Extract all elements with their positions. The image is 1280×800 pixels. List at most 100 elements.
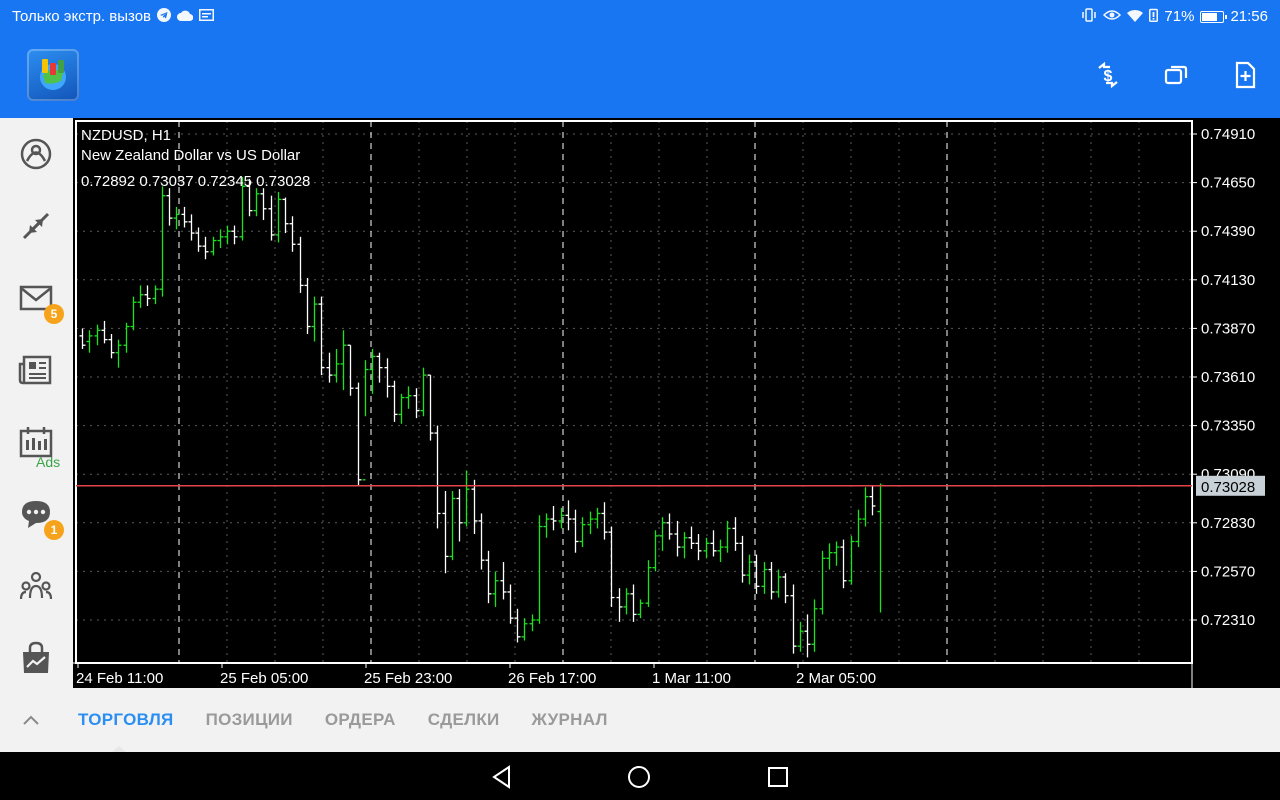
price-bar <box>601 502 608 540</box>
price-bar <box>543 513 550 538</box>
price-bar <box>659 517 666 551</box>
wifi-icon <box>1127 9 1144 25</box>
price-bar <box>181 206 188 228</box>
windows-button[interactable] <box>1156 55 1196 95</box>
price-bar <box>761 562 768 594</box>
price-bar <box>550 505 557 531</box>
chart-header: NZDUSD, H1 New Zealand Dollar vs US Doll… <box>81 126 300 166</box>
price-bar <box>166 188 173 226</box>
y-tick-label: 0.73870 <box>1201 320 1255 337</box>
price-bar <box>144 285 151 306</box>
price-bar <box>565 500 572 531</box>
price-bar <box>297 236 304 293</box>
price-chart[interactable]: 0.74910 0.74650 0.74390 0.74130 0.73870 0.736… <box>73 118 1280 688</box>
price-bar <box>369 348 376 394</box>
tab-positions[interactable]: ПОЗИЦИИ <box>190 710 309 730</box>
price-bar <box>536 515 543 624</box>
tab-trading[interactable]: ТОРГОВЛЯ <box>62 710 190 730</box>
sidebar-item-quotes[interactable] <box>14 132 58 176</box>
price-bar <box>137 285 144 308</box>
metatrader-logo[interactable] <box>27 49 79 101</box>
recents-icon[interactable] <box>765 764 791 790</box>
x-tick-label: 2 Mar 05:00 <box>796 670 876 687</box>
price-bar <box>703 537 710 559</box>
x-tick-label: 1 Mar 11:00 <box>652 670 731 687</box>
sidebar-item-mail[interactable]: 5 <box>14 276 64 324</box>
sidebar-item-chat[interactable]: 1 <box>14 492 64 540</box>
price-bar <box>463 470 470 527</box>
price-bar <box>811 599 818 652</box>
windows-icon <box>1164 65 1188 85</box>
back-icon[interactable] <box>489 764 515 790</box>
trade-arrows-icon <box>22 212 50 240</box>
price-bar <box>152 285 159 305</box>
chart-area[interactable]: 0.74910 0.74650 0.74390 0.74130 0.73870 0.736… <box>73 118 1280 688</box>
x-tick-label: 25 Feb 05:00 <box>220 670 308 687</box>
price-bar <box>413 388 420 419</box>
price-bar <box>862 487 869 527</box>
battery-icon <box>1200 10 1228 23</box>
dollar-exchange-button[interactable]: $ <box>1088 55 1128 95</box>
price-bar <box>688 526 695 549</box>
price-bar <box>282 197 289 234</box>
price-bar <box>101 320 108 344</box>
price-bar <box>608 526 615 607</box>
price-bar <box>456 489 463 542</box>
sidebar-item-trade[interactable] <box>14 204 58 248</box>
price-bar <box>398 393 405 424</box>
price-bar <box>833 541 840 566</box>
telegram-icon <box>157 8 172 25</box>
price-bar <box>710 530 717 557</box>
price-bar <box>521 618 528 641</box>
new-order-button[interactable] <box>1225 55 1265 95</box>
price-bar <box>449 491 456 561</box>
price-bar <box>869 485 876 516</box>
news-icon <box>18 355 52 385</box>
tab-deals[interactable]: СДЕЛКИ <box>412 710 516 730</box>
current-price-label: 0.73028 <box>1201 479 1255 496</box>
price-bar <box>347 344 354 396</box>
price-bar <box>94 324 101 346</box>
price-bar <box>253 188 260 217</box>
price-bar <box>775 569 782 598</box>
price-bar <box>485 550 492 604</box>
price-bar <box>376 352 383 383</box>
price-bar <box>877 483 884 613</box>
price-bar <box>405 386 412 409</box>
price-bar <box>819 550 826 615</box>
price-bar <box>340 330 347 391</box>
price-bar <box>289 216 296 252</box>
sidebar: 5 Ads 1 <box>0 118 73 688</box>
sidebar-item-community[interactable] <box>14 564 58 608</box>
price-bar <box>768 562 775 600</box>
system-nav-bar <box>0 752 1280 800</box>
price-bar <box>391 380 398 422</box>
price-bar <box>826 543 833 570</box>
tab-orders[interactable]: ОРДЕРА <box>309 710 412 730</box>
bottom-tab-bar: ТОРГОВЛЯ ПОЗИЦИИ ОРДЕРА СДЕЛКИ ЖУРНАЛ <box>0 688 1280 752</box>
price-bar <box>790 584 797 654</box>
home-icon[interactable] <box>626 764 652 790</box>
chart-symbol: NZDUSD, H1 <box>81 127 172 144</box>
price-bar <box>231 225 238 245</box>
price-bar <box>616 588 623 622</box>
battery-percent: 71% <box>1164 8 1195 25</box>
app-bar: $ <box>0 33 1280 118</box>
chart-frame <box>75 120 1193 664</box>
price-bar <box>355 382 362 486</box>
price-bar <box>724 520 731 553</box>
price-bar <box>304 277 311 335</box>
price-bar <box>666 513 673 540</box>
battery-alert-icon <box>1149 8 1159 25</box>
price-bar <box>645 560 652 607</box>
mail-badge: 5 <box>44 304 64 324</box>
tab-journal[interactable]: ЖУРНАЛ <box>516 710 624 730</box>
sidebar-item-market[interactable] <box>14 636 58 680</box>
eye-icon <box>1103 9 1122 24</box>
status-carrier-text: Только экстр. вызов <box>12 8 152 25</box>
price-bar <box>507 584 514 624</box>
chevron-up-icon[interactable] <box>0 709 62 732</box>
price-bar <box>260 188 267 220</box>
vibrate-icon <box>1081 8 1097 25</box>
sidebar-item-news[interactable] <box>14 348 58 392</box>
